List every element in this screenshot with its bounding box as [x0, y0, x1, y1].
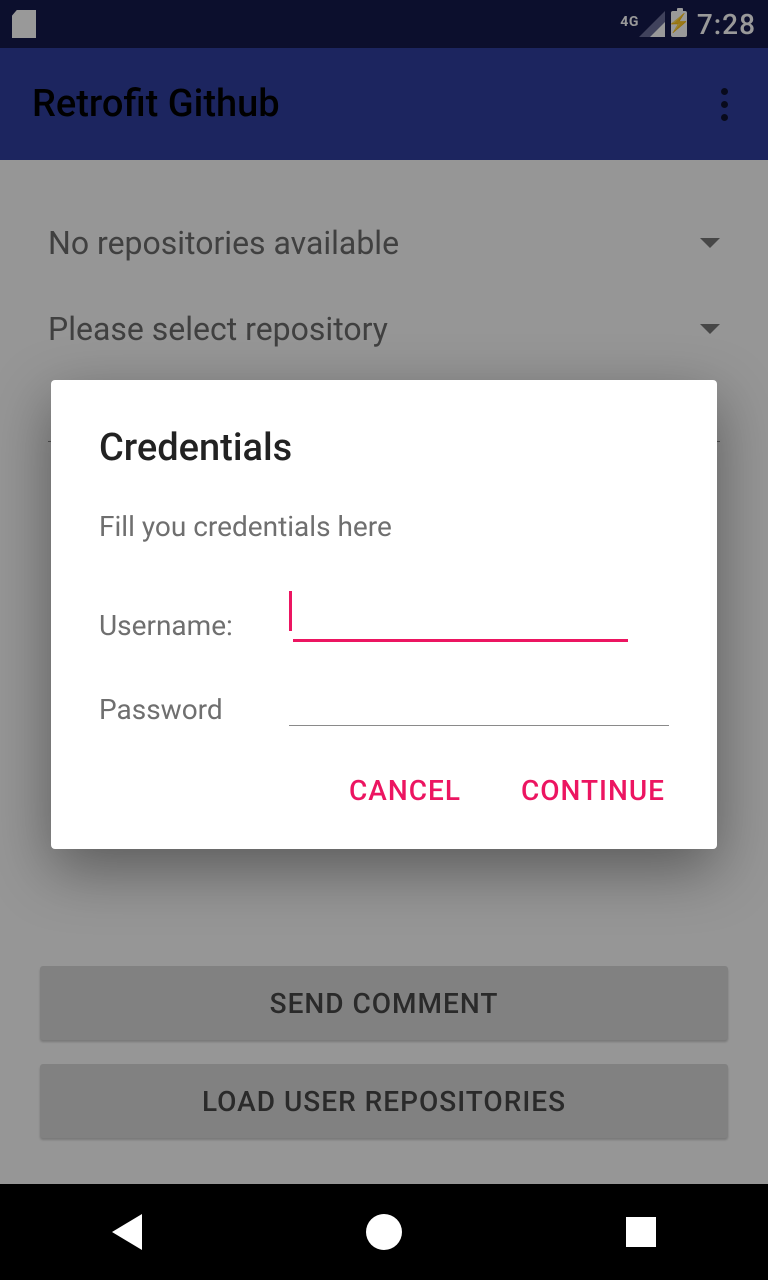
cancel-button[interactable]: CANCEL	[345, 766, 465, 815]
continue-button[interactable]: CONTINUE	[517, 766, 669, 815]
text-cursor	[289, 591, 292, 631]
navigation-bar	[0, 1184, 768, 1280]
back-icon[interactable]	[112, 1214, 142, 1250]
username-label: Username:	[99, 609, 269, 642]
home-icon[interactable]	[366, 1214, 402, 1250]
password-input[interactable]	[289, 682, 669, 726]
dialog-subtitle: Fill you credentials here	[99, 510, 669, 543]
dialog-title: Credentials	[83, 426, 669, 470]
username-input[interactable]	[293, 598, 628, 642]
credentials-dialog: Credentials Fill you credentials here Us…	[51, 380, 717, 849]
password-label: Password	[99, 693, 269, 726]
recent-apps-icon[interactable]	[626, 1217, 656, 1247]
